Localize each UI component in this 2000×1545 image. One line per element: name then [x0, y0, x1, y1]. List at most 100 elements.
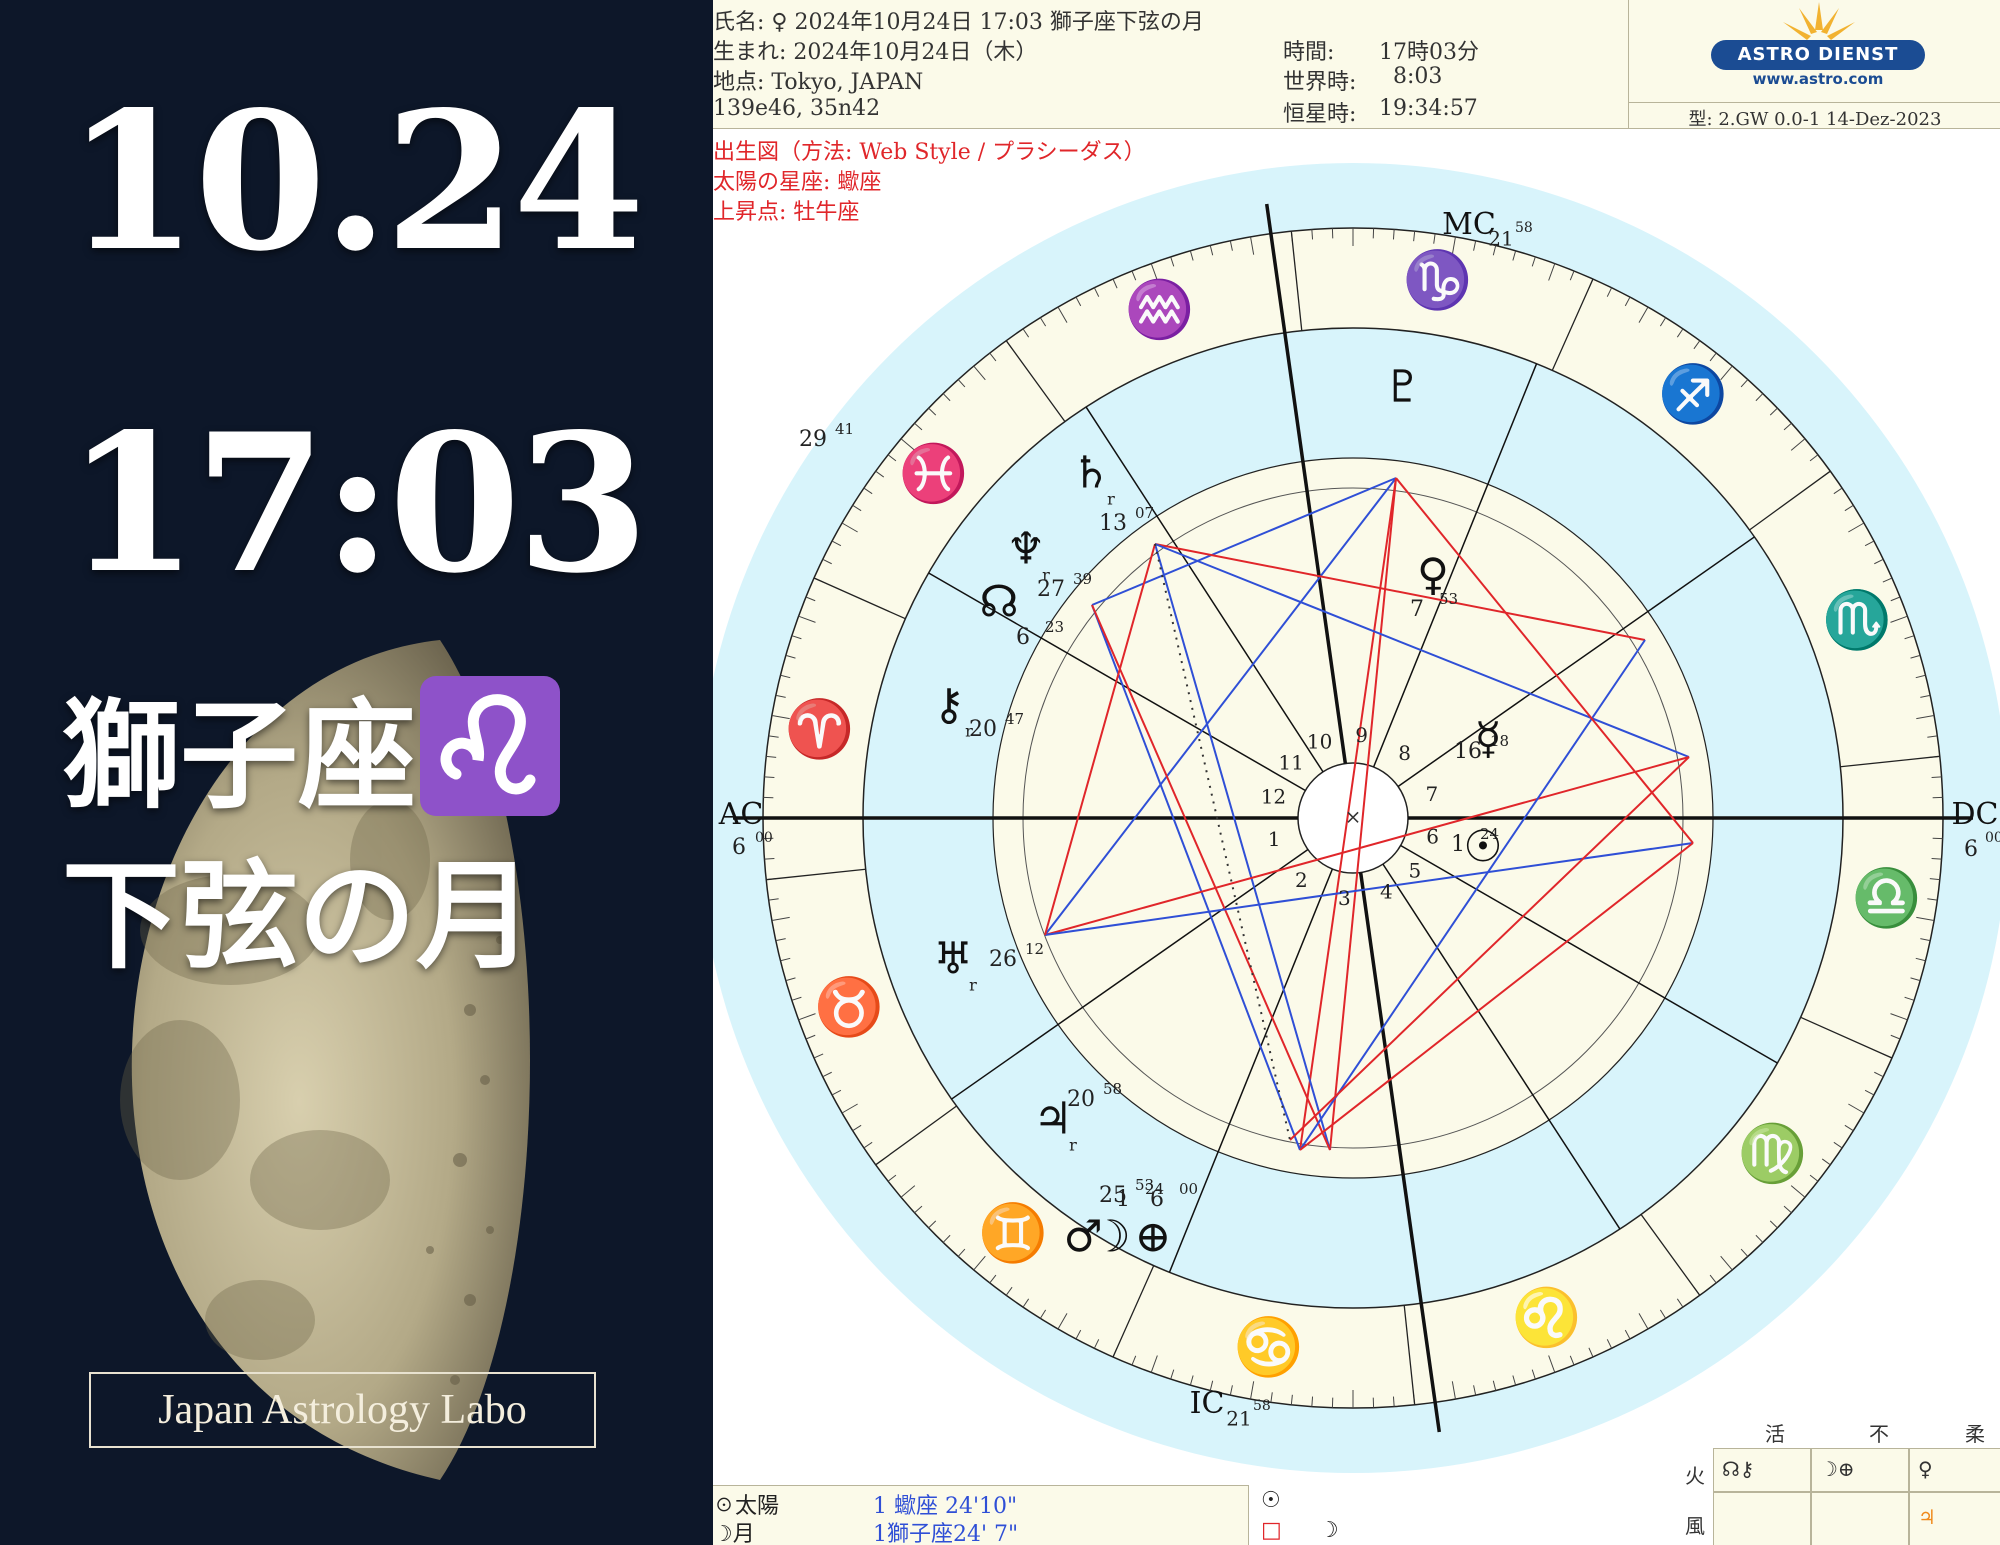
grid-cell: ♀ [1909, 1448, 2000, 1492]
retrograde-mark: r [969, 976, 977, 995]
center-cross-icon: × [1345, 805, 1362, 829]
zodiac-sign-icon: ♋ [1234, 1315, 1304, 1380]
house-number: 10 [1307, 730, 1332, 754]
planet-table: ☉太陽 1 蠍座 24'10" ☽月 1獅子座24' 7" [713, 1485, 1249, 1545]
planet-icon: ⊕ [1135, 1212, 1172, 1263]
house-number: 1 [1268, 827, 1281, 851]
grid-row-fire: 火 [1685, 1464, 1705, 1488]
ac-degree: 6 [732, 835, 746, 860]
planet-minute: 39 [1073, 570, 1092, 588]
degree-tick [764, 776, 775, 779]
zodiac-sign-icon: ♌ [1512, 1286, 1582, 1351]
degree-tick [764, 857, 775, 860]
chart-panel: 氏名: ♀ 2024年10月24日 17:03 獅子座下弦の月 生まれ: 202… [713, 0, 2000, 1545]
ic-degree: 21 [1226, 1407, 1251, 1431]
planet-degree: 29 [799, 427, 827, 452]
grid-cell-fire-fixed: ☽⊕ [1820, 1457, 1855, 1481]
zodiac-sign-icon: ♉ [814, 975, 884, 1040]
grid-header-mutable: 柔 [1965, 1422, 1985, 1446]
planet-minute: 24 [1480, 825, 1499, 843]
element-modality-grid: 活 不 柔 火 ☊⚷ ☽⊕ ♀ 風 ♃ [1665, 1418, 2000, 1545]
planet-degree: 7 [1410, 597, 1424, 622]
moon-row-label: ☽月 [713, 1522, 755, 1545]
zodiac-sign-icon: ♓ [898, 442, 968, 507]
house-number: 4 [1380, 879, 1393, 903]
ic-minute: 58 [1253, 1398, 1271, 1414]
planet-degree: 6 [1150, 1187, 1164, 1212]
house-number: 7 [1425, 782, 1438, 806]
grid-cell: ♃ [1909, 1492, 2000, 1545]
planet-icon: ♄ [1071, 448, 1110, 499]
planet-minute: 00 [1179, 1180, 1198, 1198]
degree-tick [1931, 776, 1942, 779]
planet-minute: 47 [1005, 710, 1024, 728]
grid-row-air: 風 [1685, 1514, 1705, 1538]
planet-minute: 58 [1103, 1080, 1122, 1098]
brand-label: Japan Astrology Labo [89, 1372, 596, 1448]
grid-cell-fire-cardinal: ☊⚷ [1722, 1457, 1755, 1481]
house-number: 3 [1338, 886, 1351, 910]
planet-degree: 13 [1099, 511, 1127, 536]
table-moon-icon: ☽ [1319, 1518, 1339, 1543]
house-number: 2 [1295, 868, 1308, 892]
zodiac-sign-icon: ♈ [785, 697, 855, 762]
retrograde-mark: r [1069, 1136, 1077, 1155]
moon-row-value: 1獅子座24' 7" [873, 1522, 1019, 1545]
grid-header-cardinal: 活 [1765, 1422, 1785, 1446]
mc-minute: 58 [1515, 220, 1533, 236]
planet-minute: 18 [1490, 732, 1509, 750]
grid-cell [1811, 1492, 1909, 1545]
mc-degree: 21 [1488, 227, 1513, 251]
zodiac-sign-icon: ♐ [1658, 362, 1728, 427]
house-number: 9 [1355, 723, 1368, 747]
table-sun-icon: ☉ [1261, 1488, 1281, 1513]
grid-cell [1713, 1492, 1811, 1545]
photo-panel: 10.24 17:03 獅子座 下弦の月 Japan Astrology Lab… [0, 0, 713, 1545]
planet-icon: ⚷ [933, 680, 965, 731]
banner-date: 10.24 [66, 70, 645, 293]
dc-minute: 00 [1985, 830, 2000, 846]
retrograde-mark: r [1107, 490, 1115, 509]
planet-degree: 26 [989, 947, 1017, 972]
banner-sign-line: 獅子座 [62, 660, 561, 831]
grid-cell-air-mutable: ♃ [1918, 1505, 1936, 1529]
grid-cell: ☽⊕ [1811, 1448, 1909, 1492]
zodiac-sign-icon: ♒ [1125, 277, 1195, 342]
zodiac-sign-icon: ♎ [1851, 866, 1921, 931]
dc-degree: 6 [1964, 837, 1978, 862]
house-number: 12 [1261, 785, 1286, 809]
planet-minute: 53 [1439, 590, 1458, 608]
house-number: 6 [1426, 824, 1439, 848]
degree-tick [1311, 229, 1314, 240]
house-number: 11 [1278, 751, 1303, 775]
planet-minute: 23 [1045, 618, 1064, 636]
planet-degree: 16 [1454, 739, 1482, 764]
dc-label: DC [1951, 797, 1998, 832]
leo-icon [420, 675, 561, 816]
planet-minute: 12 [1025, 940, 1044, 958]
zodiac-sign-icon: ♏ [1822, 588, 1892, 653]
planet-degree: 6 [1016, 625, 1030, 650]
degree-tick [1392, 229, 1395, 240]
retrograde-mark: r [965, 722, 973, 741]
planet-icon: ☊ [979, 577, 1018, 628]
planet-icon: ☽ [1091, 1212, 1130, 1263]
grid-header-fixed: 不 [1869, 1422, 1889, 1446]
planet-minute: 41 [835, 420, 854, 438]
degree-tick [1392, 1396, 1395, 1407]
banner-phase: 下弦の月 [62, 846, 535, 985]
banner-time: 17:03 [66, 392, 649, 615]
retrograde-mark: r [1042, 566, 1050, 585]
banner-sign: 獅子座 [62, 686, 417, 825]
planet-degree: 20 [969, 717, 997, 742]
zodiac-sign-icon: ♍ [1738, 1121, 1808, 1186]
square-aspect-icon: □ [1261, 1518, 1282, 1543]
grid-cell: ☊⚷ [1713, 1448, 1811, 1492]
ac-minute: 00 [755, 830, 773, 846]
ic-label: IC [1190, 1386, 1225, 1421]
house-number: 5 [1409, 858, 1422, 882]
grid-cell-fire-mutable: ♀ [1918, 1457, 1933, 1481]
natal-chart-wheel: 123 456789101112♒ ♑♐♏♎♍♌♋♊♉♈♓♇29 41♄13 07r♆2… [713, 163, 2000, 1473]
ac-label: AC [718, 797, 764, 832]
degree-tick [1931, 857, 1942, 860]
